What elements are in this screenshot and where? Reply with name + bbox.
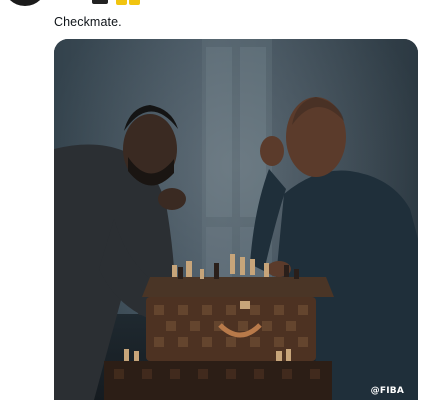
tweet-header [0,0,428,10]
photo-watermark: @FIBA [370,386,404,396]
tweet-card: Checkmate. @FIBA [0,0,428,400]
emoji-icon [129,0,140,5]
tweet-photo[interactable]: @FIBA [54,39,418,400]
avatar[interactable] [3,0,47,6]
photo-image [54,39,418,400]
emoji-icon [116,0,127,5]
display-name[interactable] [92,0,108,4]
tweet-text: Checkmate. [54,15,122,29]
